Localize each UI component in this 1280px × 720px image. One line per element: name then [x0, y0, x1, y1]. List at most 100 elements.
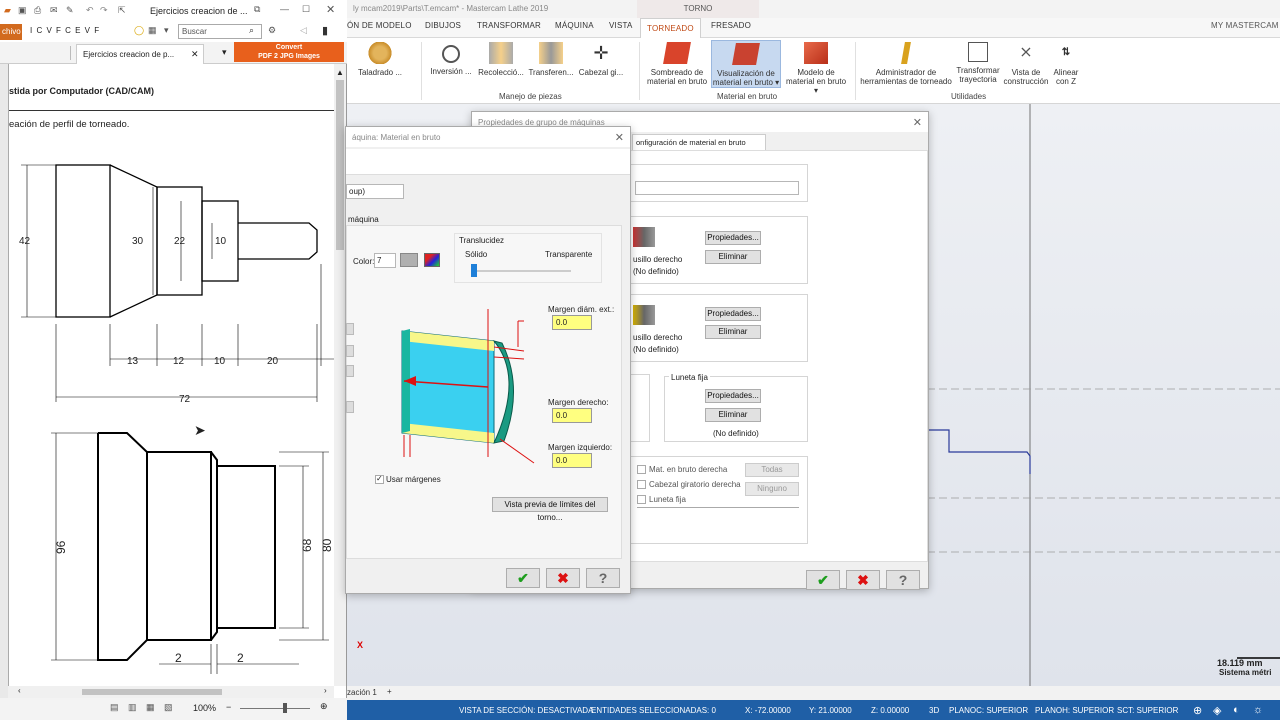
page-view-icon[interactable]: ▤	[110, 702, 119, 713]
status-section-view[interactable]: VISTA DE SECCIÓN: DESACTIVADA	[459, 706, 593, 715]
color-picker-icon[interactable]	[424, 253, 440, 267]
search-icon[interactable]: ⌕	[249, 25, 254, 36]
tab-transformar[interactable]: TRANSFORMAR	[477, 21, 541, 30]
user-icon[interactable]: ▮	[322, 24, 328, 37]
recoleccion-button[interactable]: Recolecció...	[477, 42, 525, 77]
search-field[interactable]: Buscar ⌕	[178, 24, 262, 39]
translucency-slider[interactable]	[471, 264, 477, 277]
status-planoh[interactable]: PLANOH: SUPERIOR	[1035, 706, 1114, 715]
stock-ok-button[interactable]: ✔	[506, 568, 540, 588]
globe-icon[interactable]: ⊕	[1193, 704, 1202, 717]
properties-button-2[interactable]: Propiedades...	[705, 307, 761, 321]
zoom-slider-thumb[interactable]	[283, 703, 287, 713]
cube-icon[interactable]: ◈	[1213, 704, 1221, 717]
save-icon[interactable]: ▣	[18, 5, 27, 16]
status-mode[interactable]: 3D	[929, 706, 939, 715]
stock-cancel-button[interactable]: ✖	[546, 568, 580, 588]
email-icon[interactable]: ✉	[50, 5, 58, 16]
preview-limits-button[interactable]: Vista previa de límites del torno...	[492, 497, 608, 522]
stock-close-icon[interactable]: ✕	[615, 131, 624, 144]
properties-button-1[interactable]: Propiedades...	[705, 231, 761, 245]
zoom-out-icon[interactable]: −	[226, 702, 231, 712]
status-sct[interactable]: SCT: SUPERIOR	[1117, 706, 1178, 715]
continuous-view-icon[interactable]: ▥	[128, 702, 137, 713]
side-button-1[interactable]	[346, 323, 354, 335]
tab-close-icon[interactable]: ✕	[191, 49, 199, 60]
chk-right-chuck[interactable]	[637, 480, 646, 489]
cursor-icon[interactable]: ⇱	[118, 5, 126, 16]
margin-ext-input[interactable]: 0.0	[552, 315, 592, 330]
props-cancel-button[interactable]: ✖	[846, 570, 880, 590]
scroll-thumb[interactable]	[336, 80, 344, 250]
stock-name-input[interactable]: oup)	[346, 184, 404, 199]
tab-torneado[interactable]: TORNEADO	[640, 18, 701, 39]
chk-right-stock[interactable]	[637, 465, 646, 474]
margin-right-input[interactable]: 0.0	[552, 408, 592, 423]
nav-left-icon[interactable]: ◁	[300, 25, 307, 36]
image-icon[interactable]: ▦	[148, 25, 157, 36]
tab-list-icon[interactable]: ▾	[222, 47, 227, 58]
cabezal-button[interactable]: ✛ Cabezal gi...	[577, 42, 625, 77]
scroll-right-icon[interactable]: ›	[324, 686, 327, 695]
props-help-button[interactable]: ?	[886, 570, 920, 590]
viewport-tab[interactable]: zación 1	[347, 688, 377, 697]
stock-help-button[interactable]: ?	[586, 568, 620, 588]
convert-banner[interactable]: Convert PDF 2 JPG Images	[234, 42, 344, 62]
side-button-2[interactable]	[346, 345, 354, 357]
color-swatch[interactable]	[400, 253, 418, 267]
zoom-slider[interactable]	[240, 708, 310, 709]
facing-view-icon[interactable]: ▦	[146, 702, 155, 713]
comment-icon[interactable]: ◯	[134, 25, 144, 36]
use-margins-checkbox[interactable]: ✓	[375, 474, 384, 484]
zoom-level[interactable]: 100%	[193, 703, 216, 713]
my-mastercam-link[interactable]: MY MASTERCAM	[1211, 21, 1279, 30]
tab-dibujos[interactable]: DIBUJOS	[425, 21, 461, 30]
chk-steady-rest[interactable]	[637, 495, 646, 504]
display-mode-icon[interactable]: ◐	[1233, 704, 1240, 716]
redo-icon[interactable]: ↷	[100, 5, 108, 16]
properties-button-3[interactable]: Propiedades...	[705, 389, 761, 403]
lighting-icon[interactable]: ☼	[1253, 704, 1263, 716]
hscroll-thumb[interactable]	[82, 689, 222, 695]
folder-icon[interactable]: ▰	[4, 5, 11, 16]
undo-icon[interactable]: ↶	[86, 5, 94, 16]
dropdown-icon[interactable]: ▾	[164, 25, 169, 36]
tab-stock-setup[interactable]: onfiguración de material en bruto	[632, 134, 766, 150]
admin-herramientas-button[interactable]: Administrador de herramientas de tornead…	[859, 42, 953, 86]
settings-icon[interactable]: ⚙	[268, 25, 276, 36]
modelo-button[interactable]: Modelo de material en bruto ▾	[783, 42, 849, 95]
status-planoc[interactable]: PLANOC: SUPERIOR	[949, 706, 1028, 715]
props-close-icon[interactable]: ✕	[913, 116, 922, 129]
transferencia-button[interactable]: Transferen...	[527, 42, 575, 77]
tab-document[interactable]: Ejercicios creacion de p... ✕	[76, 44, 204, 64]
visualizacion-button[interactable]: Visualización de material en bruto ▾	[711, 40, 781, 88]
margin-left-input[interactable]: 0.0	[552, 453, 592, 468]
close-icon[interactable]: ✕	[326, 3, 335, 16]
maximize-icon[interactable]: ☐	[302, 4, 310, 15]
search-input[interactable]: Buscar	[182, 27, 207, 36]
minimize-icon[interactable]: —	[280, 4, 289, 14]
inversion-button[interactable]: Inversión ...	[427, 42, 475, 76]
taladrado-button[interactable]: Taladrado ...	[355, 42, 405, 77]
side-button-4[interactable]	[346, 401, 354, 413]
stock-name-field[interactable]	[635, 181, 799, 195]
vista-construccion-button[interactable]: ⨯ Vista de construcción	[1003, 42, 1049, 86]
add-viewport-icon[interactable]: +	[387, 687, 392, 696]
zoom-in-icon[interactable]: ⊕	[320, 701, 328, 712]
alinear-z-button[interactable]: ⇅ Alinear con Z	[1049, 42, 1083, 86]
props-ok-button[interactable]: ✔	[806, 570, 840, 590]
delete-button-3[interactable]: Eliminar	[705, 408, 761, 422]
delete-button-2[interactable]: Eliminar	[705, 325, 761, 339]
sombreado-button[interactable]: Sombreado de material en bruto	[645, 42, 709, 86]
side-button-3[interactable]	[346, 365, 354, 377]
toolbar-letters[interactable]: I C V F C E V F	[30, 26, 100, 35]
tab-modelo[interactable]: ÓN DE MODELO	[347, 21, 412, 30]
edit-icon[interactable]: ✎	[66, 5, 74, 16]
transformar-trayectoria-button[interactable]: Transformar trayectoria	[953, 42, 1003, 84]
all-button[interactable]: Todas	[745, 463, 799, 477]
scroll-left-icon[interactable]: ‹	[18, 686, 21, 695]
delete-button-1[interactable]: Eliminar	[705, 250, 761, 264]
print-icon[interactable]: ⎙	[34, 5, 41, 16]
tab-fresado[interactable]: FRESADO	[711, 21, 751, 30]
restore-icon[interactable]: ⧉	[254, 4, 260, 15]
